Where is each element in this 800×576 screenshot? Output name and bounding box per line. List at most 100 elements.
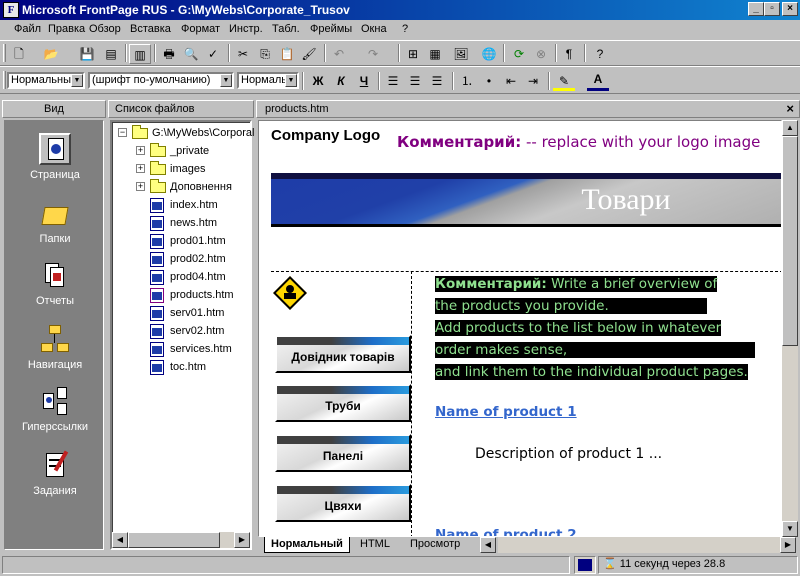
font-size-select[interactable]: Нормаль ▼ — [237, 72, 299, 89]
overview-comment[interactable]: Комментарий: Write a brief overview of t… — [435, 273, 756, 383]
scroll-right-icon[interactable]: ▶ — [780, 537, 796, 553]
highlight-color-icon[interactable]: ✎ — [553, 71, 575, 91]
tree-file-selected[interactable]: products.htm — [112, 286, 254, 304]
menu-tools[interactable]: Инстр. — [229, 23, 263, 35]
tree-file[interactable]: prod01.htm — [112, 232, 254, 250]
scroll-thumb[interactable] — [782, 136, 798, 346]
view-reports[interactable]: Отчеты — [5, 253, 105, 313]
scroll-thumb[interactable] — [128, 532, 220, 548]
tree-file[interactable]: prod04.htm — [112, 268, 254, 286]
maximize-button[interactable]: ▫ — [764, 2, 780, 16]
folder-list-toggle-icon[interactable]: ▥ — [129, 44, 151, 64]
underline-button[interactable]: Ч — [353, 71, 375, 91]
collapse-icon[interactable]: − — [118, 128, 127, 137]
close-document-icon[interactable]: × — [786, 102, 794, 116]
view-tasks[interactable]: Задания — [5, 443, 105, 503]
menu-view[interactable]: Обзор — [89, 23, 121, 35]
tree-folder-images[interactable]: + images — [112, 160, 254, 178]
chevron-down-icon[interactable]: ▼ — [285, 74, 297, 87]
tree-file[interactable]: index.htm — [112, 196, 254, 214]
align-center-icon[interactable]: ☰ — [404, 71, 426, 91]
tree-file[interactable]: services.htm — [112, 340, 254, 358]
tab-normal[interactable]: Нормальный — [264, 537, 350, 553]
refresh-icon[interactable]: ⟳ — [508, 44, 530, 64]
toolbar-grip[interactable] — [3, 71, 6, 89]
frontpage-app-icon[interactable]: F — [3, 2, 19, 18]
italic-button[interactable]: К — [330, 71, 352, 91]
tree-file[interactable]: prod02.htm — [112, 250, 254, 268]
scroll-up-icon[interactable]: ▲ — [782, 120, 798, 136]
view-navigation[interactable]: Навигация — [5, 317, 105, 377]
chevron-down-icon[interactable]: ▼ — [220, 74, 232, 87]
company-logo-text[interactable]: Company Logo — [271, 127, 380, 144]
redo-icon[interactable]: ↷ — [362, 44, 384, 64]
nav-button-catalog[interactable]: Довідник товарів — [275, 335, 411, 373]
increase-indent-icon[interactable]: ⇥ — [522, 71, 544, 91]
close-window-button[interactable]: × — [782, 2, 798, 16]
menu-frames[interactable]: Фреймы — [310, 23, 352, 35]
cut-icon[interactable]: ✂ — [232, 44, 254, 64]
horizontal-scrollbar[interactable]: ◀ ▶ — [112, 532, 250, 548]
copy-icon[interactable]: ⎘ — [254, 44, 276, 64]
menu-insert[interactable]: Вставка — [130, 23, 171, 35]
menu-format[interactable]: Формат — [181, 23, 220, 35]
expand-icon[interactable]: + — [136, 146, 145, 155]
menu-file[interactable]: Файл — [14, 23, 41, 35]
save-icon[interactable]: 💾 — [76, 44, 98, 64]
preview-in-browser-icon[interactable]: 🔍 — [180, 44, 202, 64]
show-all-icon[interactable]: ¶ — [558, 44, 580, 64]
scroll-left-icon[interactable]: ◀ — [112, 532, 128, 548]
vertical-scrollbar[interactable]: ▲ ▼ — [782, 120, 798, 537]
open-folder-icon[interactable]: 📂 — [40, 44, 62, 64]
font-color-icon[interactable]: A — [587, 71, 609, 91]
paste-icon[interactable]: 📋 — [276, 44, 298, 64]
align-left-icon[interactable]: ☰ — [382, 71, 404, 91]
format-painter-icon[interactable]: 🖌 — [298, 44, 320, 64]
nav-button-nails[interactable]: Цвяхи — [275, 484, 411, 522]
tree-file[interactable]: serv01.htm — [112, 304, 254, 322]
chevron-down-icon[interactable]: ▼ — [71, 74, 83, 87]
font-select[interactable]: (шрифт по-умолчанию) ▼ — [88, 72, 234, 89]
minimize-button[interactable]: _ — [748, 2, 764, 16]
expand-icon[interactable]: + — [136, 164, 145, 173]
banner[interactable]: Товари — [271, 173, 781, 227]
nav-button-panels[interactable]: Панелі — [275, 434, 411, 472]
align-right-icon[interactable]: ☰ — [426, 71, 448, 91]
scroll-left-icon[interactable]: ◀ — [480, 537, 496, 553]
expand-icon[interactable]: + — [136, 182, 145, 191]
tree-file[interactable]: news.htm — [112, 214, 254, 232]
product-1-link[interactable]: Name of product 1 — [435, 404, 577, 420]
editing-canvas[interactable]: Company Logo Комментарий: -- replace wit… — [258, 120, 782, 537]
toolbar-grip[interactable] — [3, 44, 6, 62]
nav-button-pipes[interactable]: Труби — [275, 384, 411, 422]
tree-root[interactable]: − G:\MyWebs\Corporal — [112, 124, 255, 142]
view-hyperlinks[interactable]: Гиперссылки — [5, 379, 105, 439]
bold-button[interactable]: Ж — [307, 71, 329, 91]
undo-icon[interactable]: ↶ — [328, 44, 350, 64]
horizontal-scroll-track[interactable] — [498, 537, 780, 553]
style-select[interactable]: Нормальный ▼ — [7, 72, 85, 89]
insert-table-icon[interactable]: ▦ — [424, 44, 446, 64]
hyperlink-icon[interactable]: 🌐 — [478, 44, 500, 64]
menu-windows[interactable]: Окна — [361, 23, 387, 35]
logo-comment[interactable]: Комментарий: -- replace with your logo i… — [397, 133, 760, 151]
bulleted-list-icon[interactable]: • — [478, 71, 500, 91]
tree-folder-private[interactable]: + _private — [112, 142, 254, 160]
menu-edit[interactable]: Правка — [48, 23, 85, 35]
new-page-icon[interactable]: 🗋 — [8, 44, 30, 64]
tree-folder-dopovnennya[interactable]: + Доповнення — [112, 178, 254, 196]
scroll-down-icon[interactable]: ▼ — [782, 521, 798, 537]
product-2-link[interactable]: Name of product 2 — [435, 527, 577, 536]
tab-preview[interactable]: Просмотр — [404, 537, 466, 553]
under-construction-icon[interactable] — [273, 276, 307, 310]
help-icon[interactable]: ? — [589, 44, 611, 64]
scroll-right-icon[interactable]: ▶ — [234, 532, 250, 548]
view-page[interactable]: Страница — [5, 127, 105, 187]
publish-icon[interactable]: ▤ — [100, 44, 122, 64]
stop-icon[interactable]: ⊗ — [530, 44, 552, 64]
numbered-list-icon[interactable]: ⒈ — [456, 71, 478, 91]
tree-file[interactable]: toc.htm — [112, 358, 254, 376]
tree-file[interactable]: serv02.htm — [112, 322, 254, 340]
spelling-icon[interactable]: ✓ — [202, 44, 224, 64]
menu-help[interactable]: ? — [402, 23, 408, 35]
